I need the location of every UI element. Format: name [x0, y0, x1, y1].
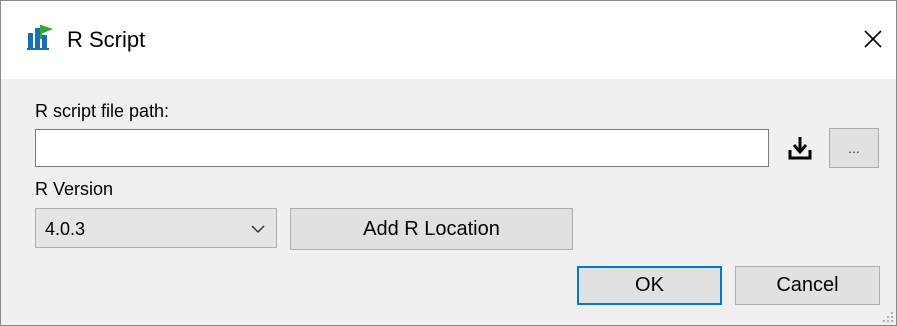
resize-grip-icon[interactable]: [880, 309, 894, 323]
browse-button[interactable]: ...: [829, 128, 879, 168]
download-icon: [788, 137, 812, 160]
chevron-down-icon: [251, 225, 265, 234]
r-script-dialog: R Script R script file path: ... R Versi…: [0, 0, 897, 326]
window-title: R Script: [67, 27, 146, 52]
r-version-value: 4.0.3: [45, 219, 86, 239]
path-label: R script file path:: [35, 101, 170, 121]
version-label: R Version: [35, 179, 114, 199]
r-script-chart-icon: [27, 23, 55, 51]
title-bar: R Script: [1, 1, 896, 79]
download-button[interactable]: [779, 128, 821, 168]
r-version-dropdown[interactable]: 4.0.3: [35, 208, 277, 248]
close-icon: [864, 30, 882, 48]
close-button[interactable]: [853, 19, 893, 59]
ok-button[interactable]: OK: [577, 266, 722, 305]
add-r-location-button[interactable]: Add R Location: [290, 208, 573, 250]
script-path-input[interactable]: [35, 129, 769, 167]
cancel-button[interactable]: Cancel: [735, 266, 880, 305]
